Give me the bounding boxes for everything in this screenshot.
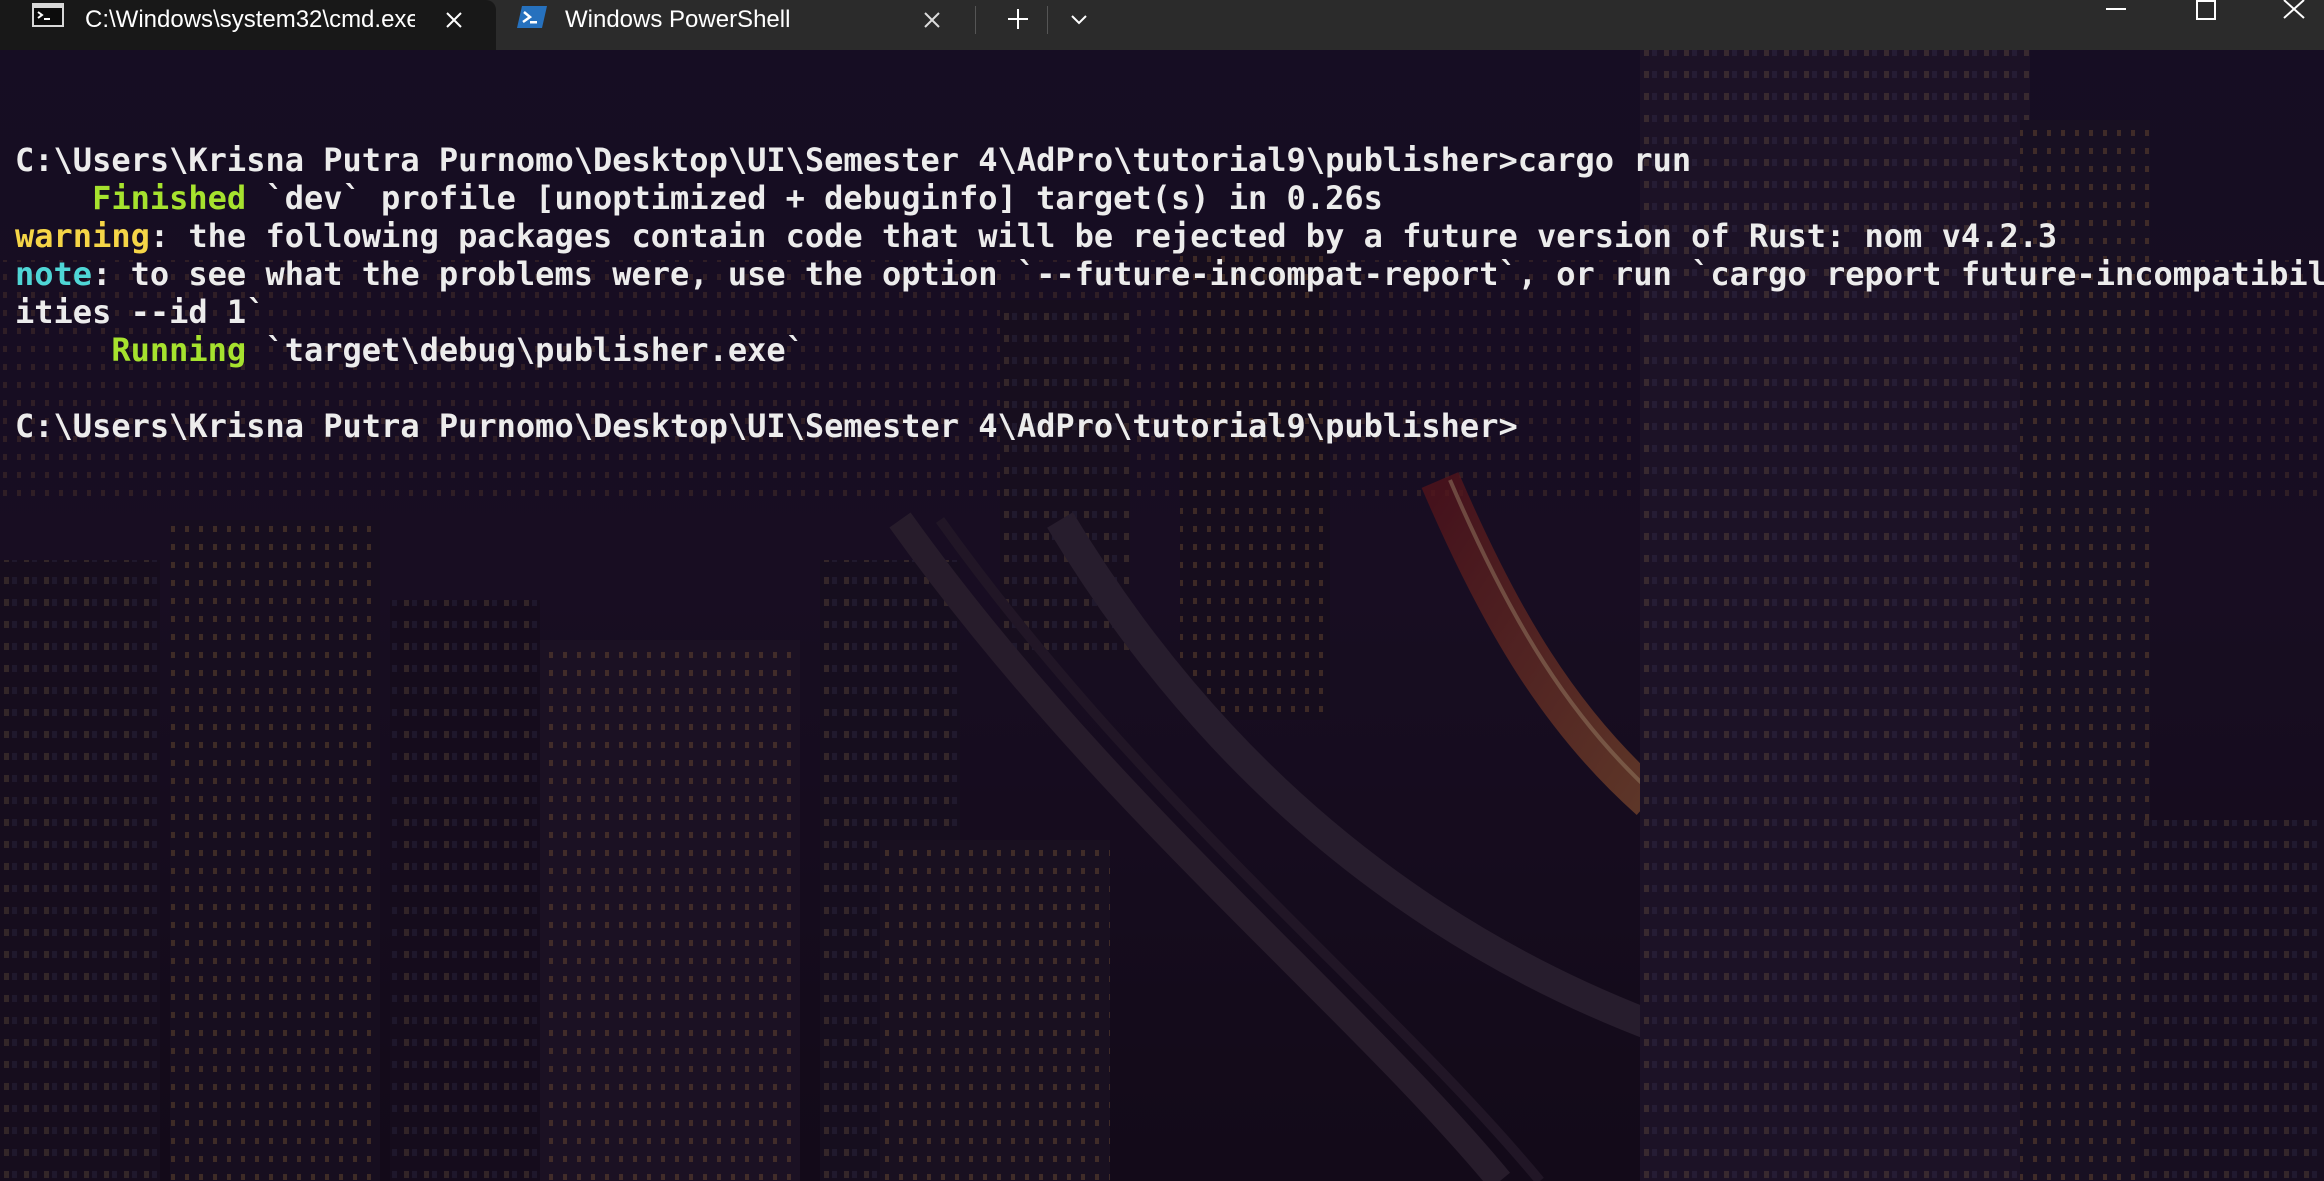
terminal-line: C:\Users\Krisna Putra Purnomo\Desktop\UI… <box>15 407 2315 445</box>
terminal-line: ities --id 1` <box>15 293 2315 331</box>
terminal-text: ities --id 1` <box>15 293 266 331</box>
terminal-text: : to see what the problems were, use the… <box>92 255 2324 293</box>
tab-divider <box>1047 6 1048 34</box>
close-window-button[interactable] <box>2262 0 2324 36</box>
terminal-text: C:\Users\Krisna Putra Purnomo\Desktop\UI… <box>15 141 1692 179</box>
terminal-line: warning: the following packages contain … <box>15 217 2315 255</box>
tab-powershell[interactable]: Windows PowerShell <box>498 0 976 50</box>
minimize-icon <box>2106 8 2126 10</box>
terminal-text: `dev` profile [unoptimized + debuginfo] … <box>246 179 1383 217</box>
tab-cmd[interactable]: C:\Windows\system32\cmd.exe <box>0 0 496 50</box>
terminal-output[interactable]: C:\Users\Krisna Putra Purnomo\Desktop\UI… <box>15 103 2324 445</box>
title-bar: C:\Windows\system32\cmd.exe Windows Powe… <box>0 0 2324 50</box>
terminal-line: note: to see what the problems were, use… <box>15 255 2324 293</box>
terminal-text: : the following packages contain code th… <box>149 217 2058 255</box>
terminal-text: `target\debug\publisher.exe` <box>246 331 805 369</box>
cmd-icon <box>32 3 64 27</box>
tab-dropdown-button[interactable] <box>1059 2 1099 36</box>
terminal-line: Finished `dev` profile [unoptimized + de… <box>15 179 2315 217</box>
terminal-text: Running <box>15 331 247 369</box>
chevron-down-icon <box>1071 15 1087 25</box>
terminal-line: C:\Users\Krisna Putra Purnomo\Desktop\UI… <box>15 141 2315 179</box>
close-icon <box>2283 0 2305 19</box>
tab-divider <box>975 6 976 34</box>
terminal-text: C:\Users\Krisna Putra Purnomo\Desktop\UI… <box>15 407 1518 445</box>
close-tab-powershell-icon[interactable] <box>918 6 946 34</box>
tab-powershell-title: Windows PowerShell <box>565 6 791 33</box>
terminal-line: Running `target\debug\publisher.exe` <box>15 331 2315 369</box>
terminal-text: warning <box>15 217 150 255</box>
maximize-icon <box>2196 0 2216 20</box>
new-tab-button[interactable] <box>998 2 1038 36</box>
minimize-button[interactable] <box>2076 0 2156 36</box>
tab-cmd-title: C:\Windows\system32\cmd.exe <box>85 6 415 33</box>
terminal-text: note <box>15 255 93 293</box>
terminal-text: Finished <box>15 179 247 217</box>
close-tab-cmd-icon[interactable] <box>440 6 468 34</box>
plus-icon <box>1008 9 1028 29</box>
maximize-button[interactable] <box>2166 0 2246 36</box>
powershell-icon <box>516 4 548 28</box>
terminal-window: C:\Windows\system32\cmd.exe Windows Powe… <box>0 0 2324 1181</box>
